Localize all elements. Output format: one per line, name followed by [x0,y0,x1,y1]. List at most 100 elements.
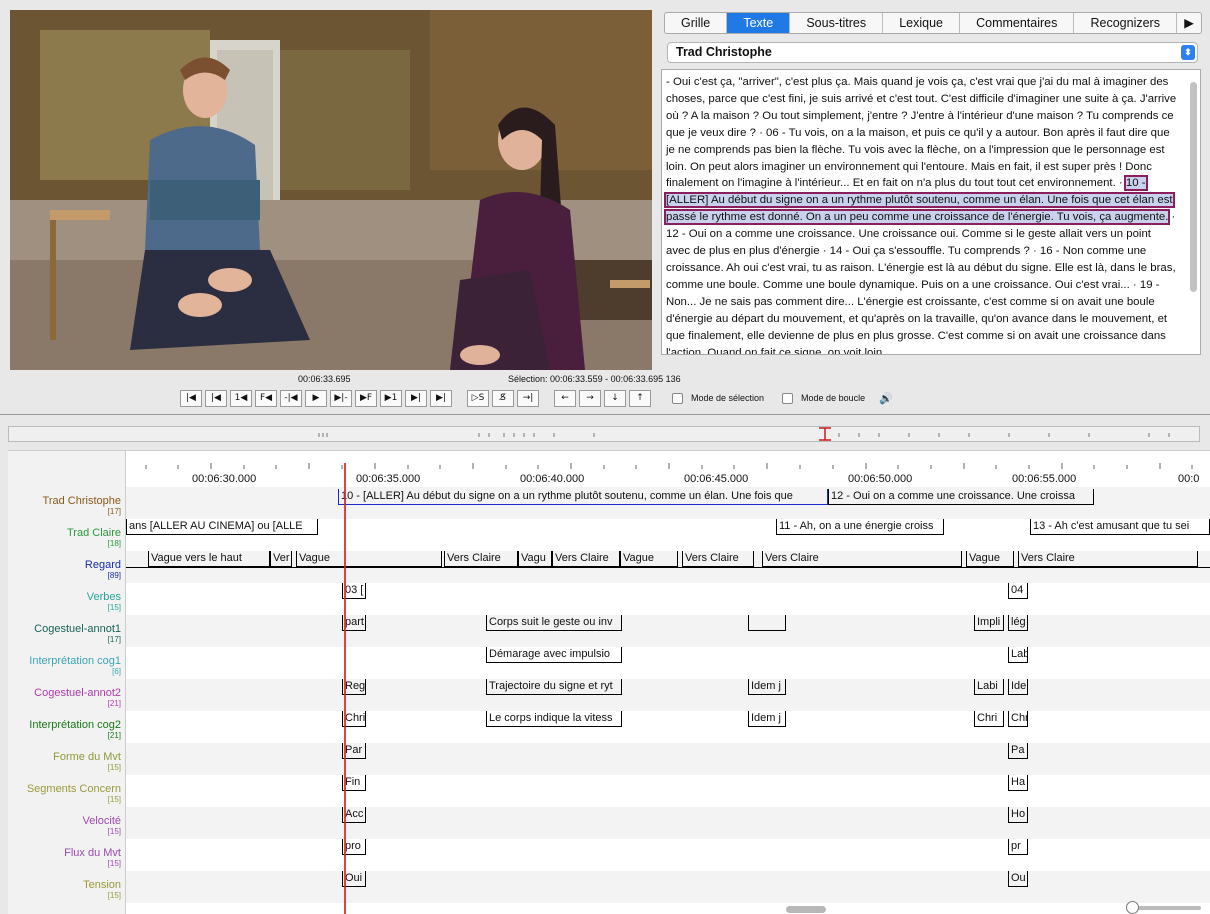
annotation[interactable]: ans [ALLER AU CINEMA] ou [ALLE [126,519,318,535]
next-second-button[interactable]: ▶1 [380,389,402,407]
tier-label-trad-christophe[interactable]: Trad Christophe [17] [43,495,121,516]
annotation[interactable]: 13 - Ah c'est amusant que tu sei [1030,519,1210,535]
tier-label-tension[interactable]: Tension [15] [83,879,121,900]
annotation-timeline[interactable]: Trad Christophe [17] Trad Claire [18] Rega… [8,450,1210,914]
annotation-area[interactable]: 00:06:30.000 00:06:35.000 00:06:40.000 0… [126,451,1210,914]
annotation[interactable]: Idem j [748,679,786,695]
selection-mode-checkbox[interactable]: Mode de sélection [672,392,764,404]
text-scrollbar[interactable] [1190,82,1197,292]
annotation[interactable]: Corps suit le geste ou inv [486,615,622,631]
annotation[interactable]: lég [1008,615,1028,631]
tier-label-interpretation-cog1[interactable]: Interprétation cog1 [6] [29,655,121,676]
right-arrow-button[interactable]: → [579,389,601,407]
tier-row-interpretation-cog1[interactable]: Démarage avec impulsio Lab [126,647,1210,679]
previous-frame-button[interactable]: F◀ [255,389,277,407]
tab-sous-titres[interactable]: Sous-titres [790,13,884,33]
tier-row-forme-du-mvt[interactable]: Par Pa [126,743,1210,775]
tier-label-regard[interactable]: Regard [89] [85,559,121,580]
more-tabs-icon[interactable]: ▶ [1177,13,1201,33]
tier-row-cogestuel-annot1[interactable]: part Corps suit le geste ou inv Impli lé… [126,615,1210,647]
annotation[interactable]: pr [1008,839,1028,855]
tier-row-flux-du-mvt[interactable]: pro pr [126,839,1210,871]
tier-label-interpretation-cog2[interactable]: Interprétation cog2 [21] [29,719,121,740]
clear-selection-button[interactable]: S̸ [492,389,514,407]
annotation[interactable]: Trajectoire du signe et ryt [486,679,622,695]
tier-row-trad-christophe[interactable]: 10 - [ALLER] Au début du signe on a un r… [126,487,1210,519]
annotation[interactable]: Chr [1008,711,1028,727]
tier-row-velocite[interactable]: Acc Ho [126,807,1210,839]
next-pixel-button[interactable]: ▶|- [330,389,352,407]
tab-lexique[interactable]: Lexique [883,13,961,33]
annotation[interactable]: 11 - Ah, on a une énergie croiss [776,519,944,535]
down-arrow-button[interactable]: ↓ [604,389,626,407]
play-selection-button[interactable]: ▷S [467,389,489,407]
overview-strip[interactable] [8,426,1200,442]
loop-mode-checkbox[interactable]: Mode de boucle [782,392,865,404]
tier-row-verbes[interactable]: 03 [ 04 [126,583,1210,615]
text-viewer[interactable]: - Oui c'est ça, "arriver", c'est plus ça… [661,69,1201,355]
annotation[interactable]: Vers Claire [682,551,754,567]
next-frame-button[interactable]: ▶F [355,389,377,407]
annotation[interactable]: Chri [974,711,1004,727]
annotation[interactable]: Ver [270,551,292,567]
tier-row-regard[interactable]: Vague vers le haut Ver Vague Vers Claire… [126,551,1210,583]
annotation[interactable]: Vague [966,551,1014,567]
tier-row-tension[interactable]: Oui Ou [126,871,1210,903]
playhead-cursor[interactable] [344,463,346,914]
tier-label-verbes[interactable]: Verbes [15] [87,591,121,612]
annotation[interactable]: Impli [974,615,1004,631]
go-to-selection-boundary-button[interactable]: →| [517,389,539,407]
tier-row-cogestuel-annot2[interactable]: Reg Trajectoire du signe et ryt Idem j L… [126,679,1210,711]
tier-select[interactable]: Trad Christophe ⬍ [667,42,1198,63]
annotation[interactable]: Idem j [748,711,786,727]
previous-second-button[interactable]: 1◀ [230,389,252,407]
annotation[interactable]: Vague [296,551,442,567]
tier-label-velocite[interactable]: Velocité [15] [82,815,121,836]
up-arrow-button[interactable]: ↑ [629,389,651,407]
annotation[interactable]: Vers Claire [444,551,518,567]
annotation[interactable]: Lab [1008,647,1028,663]
go-to-begin-button[interactable]: |◀ [180,389,202,407]
annotation[interactable]: Ide [1008,679,1028,695]
previous-scrollview-button[interactable]: |◀ [205,389,227,407]
annotation[interactable]: Pa [1008,743,1028,759]
tier-label-forme-du-mvt[interactable]: Forme du Mvt [15] [53,751,121,772]
left-arrow-button[interactable]: ← [554,389,576,407]
checkbox-box[interactable] [782,392,794,404]
annotation[interactable]: 12 - Oui on a comme une croissance. Une … [828,489,1094,505]
annotation[interactable]: Le corps indique la vitess [486,711,622,727]
video-player[interactable] [10,10,652,370]
annotation[interactable]: Vague vers le haut [148,551,270,567]
annotation[interactable]: Vers Claire [1018,551,1198,567]
tier-label-cogestuel-annot2[interactable]: Cogestuel-annot2 [21] [34,687,121,708]
annotation-empty[interactable] [748,615,786,631]
tier-row-segments-concern[interactable]: Fin Ha [126,775,1210,807]
annotation[interactable]: Vers Claire [762,551,962,567]
panel-splitter[interactable] [0,414,1210,418]
annotation[interactable]: Ho [1008,807,1028,823]
annotation[interactable]: 04 [1008,583,1028,599]
annotation[interactable]: Ha [1008,775,1028,791]
tier-label-flux-du-mvt[interactable]: Flux du Mvt [15] [64,847,121,868]
tier-row-trad-claire[interactable]: ans [ALLER AU CINEMA] ou [ALLE 11 - Ah, … [126,519,1210,551]
tier-label-cogestuel-annot1[interactable]: Cogestuel-annot1 [17] [34,623,121,644]
annotation[interactable]: Labi [974,679,1004,695]
previous-pixel-button[interactable]: -|◀ [280,389,302,407]
annotation[interactable]: Démarage avec impulsio [486,647,622,663]
speaker-icon[interactable]: 🔊 [879,392,893,405]
annotation[interactable]: Vers Claire [552,551,620,567]
timeline-scrollbar[interactable] [786,906,826,913]
go-to-end-button[interactable]: ▶| [430,389,452,407]
next-scrollview-button[interactable]: ▶| [405,389,427,407]
annotation[interactable]: Vagu [518,551,552,567]
tab-grille[interactable]: Grille [665,13,728,33]
annotation[interactable]: Ou [1008,871,1028,887]
play-button[interactable]: ▶ [305,389,327,407]
tier-label-trad-claire[interactable]: Trad Claire [18] [67,527,121,548]
tier-row-interpretation-cog2[interactable]: Chri Le corps indique la vitess Idem j C… [126,711,1210,743]
tab-recognizers[interactable]: Recognizers [1074,13,1178,33]
annotation[interactable]: Vague [620,551,678,567]
annotation[interactable]: 10 - [ALLER] Au début du signe on a un r… [338,489,828,505]
tab-commentaires[interactable]: Commentaires [960,13,1075,33]
checkbox-box[interactable] [672,392,683,404]
